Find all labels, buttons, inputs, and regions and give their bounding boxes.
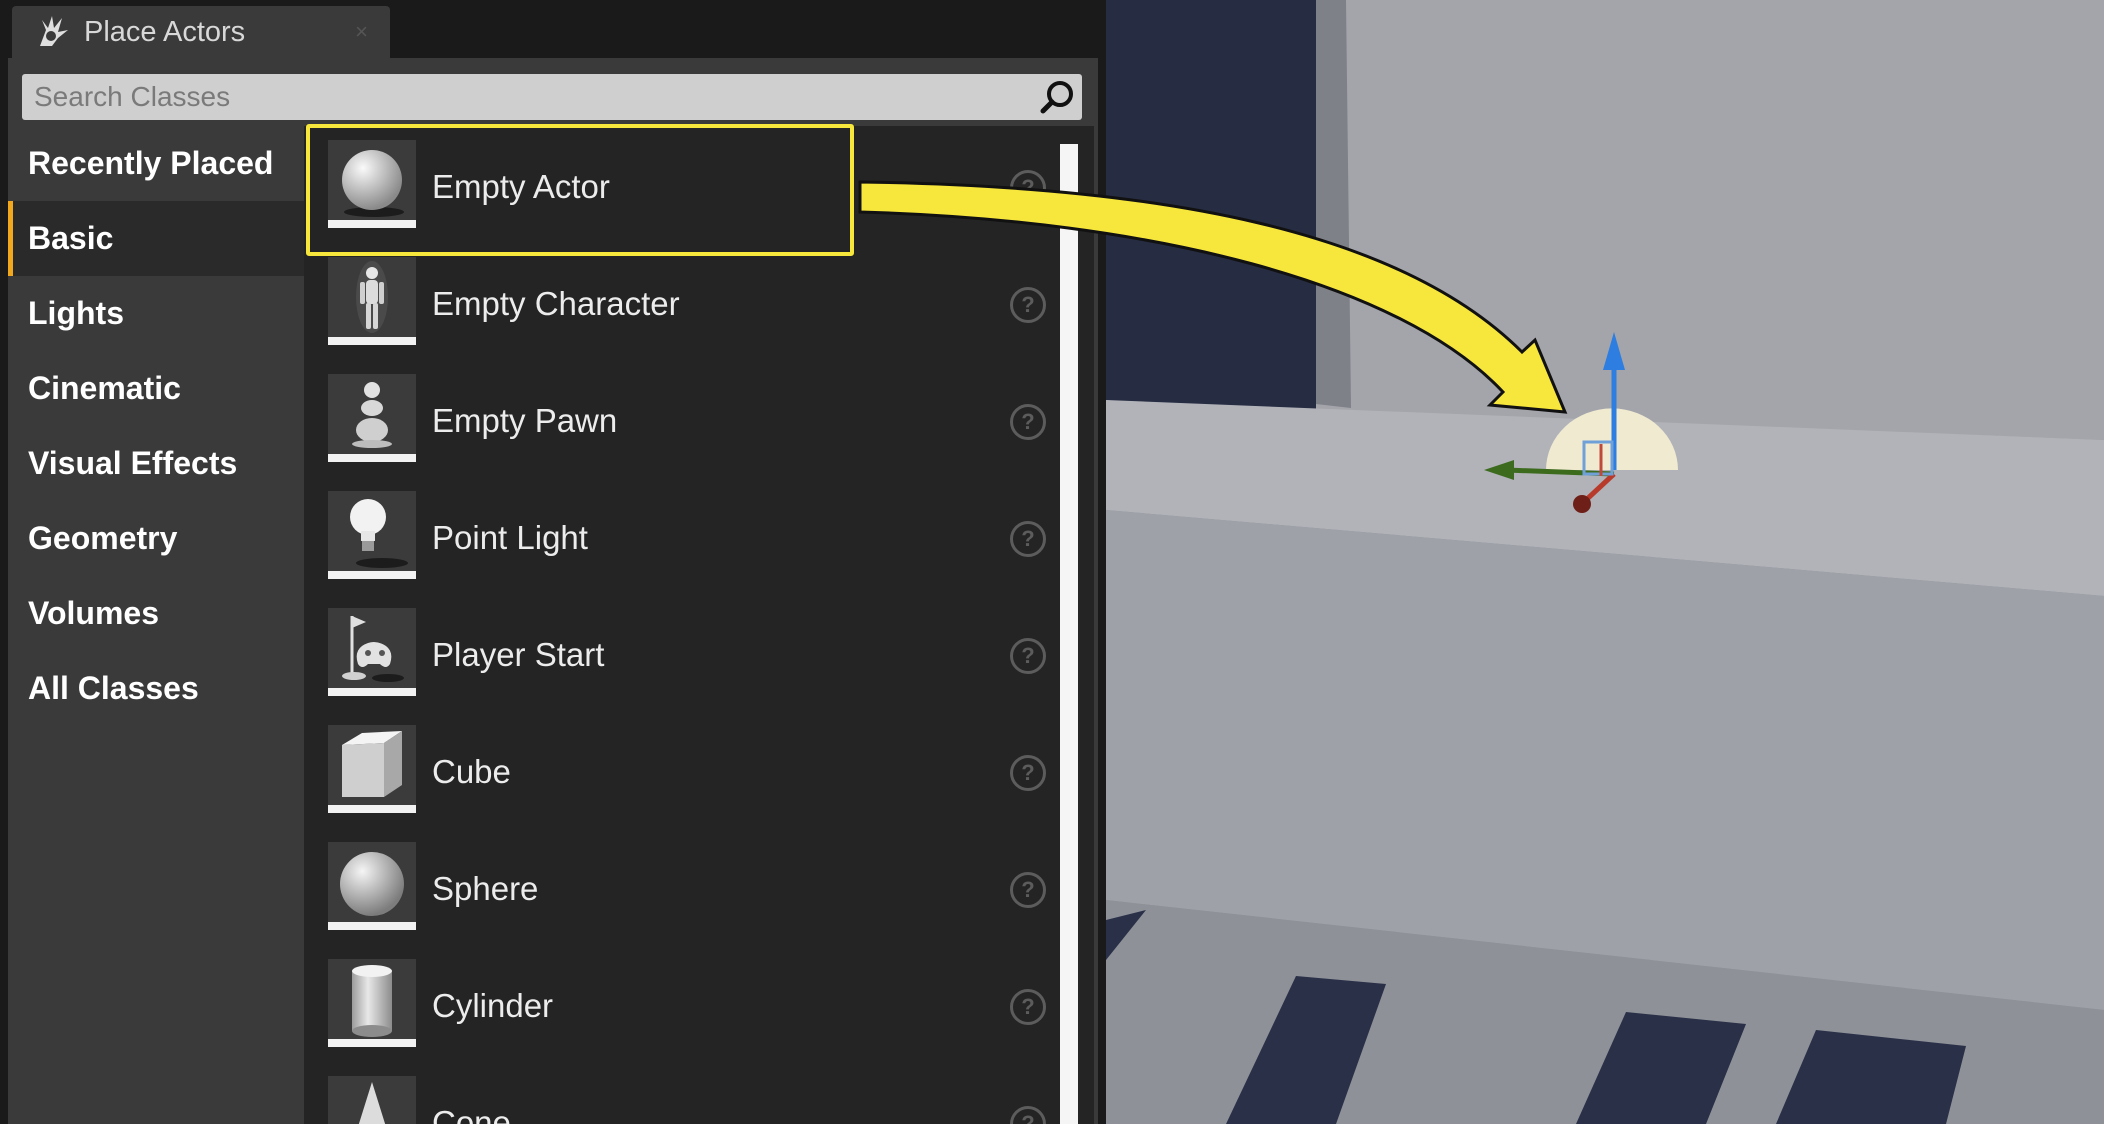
back-wall xyxy=(1316,0,2104,440)
back-wall-edge xyxy=(1316,0,1351,408)
list-item-cylinder[interactable]: Cylinder ? xyxy=(320,951,1060,1061)
help-icon[interactable]: ? xyxy=(1010,1106,1046,1124)
list-item-player-start[interactable]: Player Start ? xyxy=(320,600,1060,710)
category-all-classes[interactable]: All Classes xyxy=(8,651,304,726)
tab-title: Place Actors xyxy=(84,15,246,48)
search-icon[interactable] xyxy=(1038,78,1076,116)
mannequin-icon xyxy=(328,257,416,345)
category-recently-placed[interactable]: Recently Placed xyxy=(8,126,304,201)
category-geometry[interactable]: Geometry xyxy=(8,501,304,576)
cube-icon xyxy=(328,725,416,813)
gizmo-x-handle xyxy=(1573,495,1591,513)
viewport-scene xyxy=(1106,0,2104,1124)
place-actors-panel: Place Actors × Recently Placed Basic Lig… xyxy=(0,0,1106,1124)
help-icon[interactable]: ? xyxy=(1010,404,1046,440)
list-item-empty-character[interactable]: Empty Character ? xyxy=(320,249,1060,359)
list-scrollbar[interactable] xyxy=(1060,144,1078,1124)
background-shadow xyxy=(1106,0,1316,420)
item-label: Cone xyxy=(432,1104,511,1124)
category-lights[interactable]: Lights xyxy=(8,276,304,351)
actor-list: Empty Actor ? Empty Character ? Empty Pa… xyxy=(304,126,1094,1124)
category-sidebar: Recently Placed Basic Lights Cinematic V… xyxy=(8,126,304,1124)
help-icon[interactable]: ? xyxy=(1010,755,1046,791)
help-icon[interactable]: ? xyxy=(1010,638,1046,674)
list-item-cone[interactable]: Cone ? xyxy=(320,1068,1060,1124)
place-actors-tab[interactable]: Place Actors × xyxy=(12,6,390,58)
help-icon[interactable]: ? xyxy=(1010,521,1046,557)
item-label: Player Start xyxy=(432,636,605,673)
level-viewport[interactable] xyxy=(1106,0,2104,1124)
help-icon[interactable]: ? xyxy=(1010,989,1046,1025)
list-item-point-light[interactable]: Point Light ? xyxy=(320,483,1060,593)
sphere-icon xyxy=(328,842,416,930)
cylinder-icon xyxy=(328,959,416,1047)
help-icon[interactable]: ? xyxy=(1010,872,1046,908)
item-label: Sphere xyxy=(432,870,539,907)
category-volumes[interactable]: Volumes xyxy=(8,576,304,651)
list-item-cube[interactable]: Cube ? xyxy=(320,717,1060,827)
category-cinematic[interactable]: Cinematic xyxy=(8,351,304,426)
pawn-icon xyxy=(328,374,416,462)
item-label: Empty Pawn xyxy=(432,402,618,439)
place-actors-icon xyxy=(30,10,74,54)
category-basic[interactable]: Basic xyxy=(8,201,304,276)
cone-icon xyxy=(328,1076,416,1124)
player-start-icon xyxy=(328,608,416,696)
close-icon[interactable]: × xyxy=(355,19,368,45)
list-item-empty-pawn[interactable]: Empty Pawn ? xyxy=(320,366,1060,476)
list-item-sphere[interactable]: Sphere ? xyxy=(320,834,1060,944)
search-bar xyxy=(22,74,1082,120)
item-label: Cylinder xyxy=(432,987,554,1024)
search-input[interactable] xyxy=(22,74,1026,120)
item-label: Empty Character xyxy=(432,285,680,322)
category-visual-effects[interactable]: Visual Effects xyxy=(8,426,304,501)
item-label: Point Light xyxy=(432,519,588,556)
empty-actor-highlight xyxy=(306,124,854,256)
help-icon[interactable]: ? xyxy=(1010,170,1046,206)
help-icon[interactable]: ? xyxy=(1010,287,1046,323)
lightbulb-icon xyxy=(328,491,416,579)
item-label: Cube xyxy=(432,753,511,790)
